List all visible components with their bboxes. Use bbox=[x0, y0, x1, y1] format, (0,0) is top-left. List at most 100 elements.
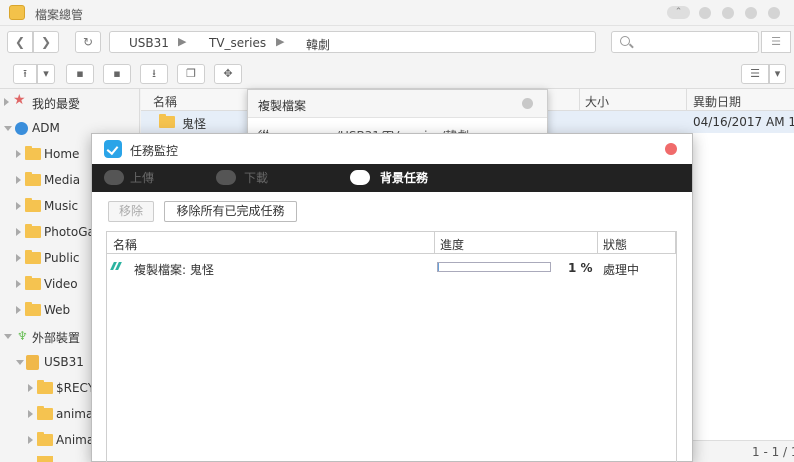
breadcrumb-item[interactable]: TV_series bbox=[209, 36, 266, 50]
breadcrumb-item[interactable]: 韓劇 bbox=[306, 36, 330, 53]
task-monitor-icon bbox=[104, 140, 122, 158]
column-divider bbox=[434, 232, 435, 254]
progress-bar bbox=[437, 262, 551, 272]
expand-icon[interactable] bbox=[28, 384, 33, 392]
expand-icon[interactable] bbox=[16, 228, 21, 236]
task-table: 名稱 進度 狀態 複製檔案: 鬼怪 1 % 處理中 bbox=[106, 231, 677, 462]
expand-icon[interactable] bbox=[28, 410, 33, 418]
sidebar-item-label: Web bbox=[44, 303, 71, 317]
pagination-info: 1 - 1 / 1 bbox=[752, 445, 794, 459]
sidebar-item-label: USB31 bbox=[44, 355, 84, 369]
folder-icon bbox=[25, 224, 41, 238]
restore-button[interactable] bbox=[745, 7, 757, 19]
forward-button[interactable]: ❯ bbox=[33, 31, 59, 53]
sidebar-item-label: Public bbox=[44, 251, 80, 265]
folder-icon bbox=[25, 276, 41, 290]
tab-background-tasks[interactable]: 背景任務 bbox=[348, 164, 458, 192]
sidebar-item-label: ADM bbox=[32, 121, 60, 135]
task-table-header: 名稱 進度 狀態 bbox=[107, 232, 676, 254]
task-tabs: 上傳 下載 背景任務 bbox=[92, 164, 692, 192]
folder-icon bbox=[25, 302, 41, 316]
breadcrumb-item[interactable]: USB31 bbox=[129, 36, 169, 50]
search-options-button[interactable]: ☰ bbox=[761, 31, 791, 53]
dialog-close-button[interactable] bbox=[522, 98, 533, 109]
cloud-background-icon bbox=[350, 170, 370, 185]
download-button[interactable]: ⭳ bbox=[140, 64, 168, 84]
folder-icon bbox=[159, 114, 175, 128]
folder-icon bbox=[25, 172, 41, 186]
sidebar-item-label: anima bbox=[56, 407, 94, 421]
maximize-button[interactable] bbox=[722, 7, 734, 19]
expand-icon[interactable] bbox=[16, 254, 21, 262]
expand-icon[interactable] bbox=[16, 150, 21, 158]
column-header-progress[interactable]: 進度 bbox=[440, 236, 464, 253]
folder-icon bbox=[37, 406, 53, 420]
refresh-button[interactable]: ↻ bbox=[75, 31, 101, 53]
status-badge: 處理中 bbox=[603, 263, 640, 277]
folder-icon bbox=[25, 250, 41, 264]
sidebar-item-label: 我的最愛 bbox=[32, 97, 81, 111]
share-folder-button[interactable]: ▪ bbox=[103, 64, 131, 84]
dialog-title: 複製檔案 bbox=[258, 99, 307, 113]
back-button[interactable]: ❮ bbox=[7, 31, 33, 53]
upload-dropdown-button[interactable]: ▾ bbox=[37, 64, 55, 84]
expand-icon[interactable] bbox=[16, 306, 21, 314]
folder-icon bbox=[37, 432, 53, 446]
task-actions: 移除 移除所有已完成任務 bbox=[92, 192, 692, 228]
breadcrumb-separator: ▶ bbox=[178, 35, 187, 48]
table-row[interactable]: 複製檔案: 鬼怪 1 % 處理中 bbox=[107, 254, 676, 282]
column-header-name[interactable]: 名稱 bbox=[153, 93, 177, 110]
close-window-button[interactable] bbox=[768, 7, 780, 19]
folder-icon bbox=[37, 456, 53, 462]
dialog-header: 複製檔案 bbox=[248, 90, 547, 118]
tab-upload[interactable]: 上傳 bbox=[102, 164, 182, 192]
collapse-button[interactable]: ⌃ bbox=[667, 6, 690, 19]
task-monitor-dialog: 任務監控 上傳 下載 背景任務 移除 移除所有已完成任務 名稱 進度 狀態 複製… bbox=[91, 133, 693, 462]
star-icon: ★ bbox=[13, 92, 26, 108]
collapse-icon[interactable] bbox=[4, 126, 12, 131]
view-mode-button[interactable]: ☰ bbox=[741, 64, 769, 84]
copy-button[interactable]: ❐ bbox=[177, 64, 205, 84]
breadcrumb: USB31 ▶ TV_series ▶ 韓劇 bbox=[109, 31, 596, 53]
column-header-size[interactable]: 大小 bbox=[585, 93, 609, 110]
column-header-status[interactable]: 狀態 bbox=[603, 236, 627, 253]
collapse-icon[interactable] bbox=[16, 360, 24, 365]
folder-icon bbox=[25, 198, 41, 212]
tab-download[interactable]: 下載 bbox=[214, 164, 294, 192]
search-input[interactable] bbox=[611, 31, 759, 53]
collapse-icon[interactable] bbox=[4, 334, 12, 339]
remove-completed-button[interactable]: 移除所有已完成任務 bbox=[164, 201, 297, 222]
sidebar-item-label: Video bbox=[44, 277, 78, 291]
expand-icon[interactable] bbox=[16, 202, 21, 210]
column-header-name[interactable]: 名稱 bbox=[113, 236, 137, 253]
column-divider bbox=[675, 232, 676, 254]
progress-fill bbox=[438, 263, 439, 271]
tab-label: 背景任務 bbox=[380, 171, 429, 185]
expand-icon[interactable] bbox=[28, 436, 33, 444]
expand-icon[interactable] bbox=[16, 176, 21, 184]
dialog-header: 任務監控 bbox=[92, 134, 692, 164]
tab-label: 下載 bbox=[244, 171, 269, 185]
expand-icon[interactable] bbox=[4, 98, 9, 106]
address-bar: ❮ ❯ ↻ USB31 ▶ TV_series ▶ 韓劇 ☰ bbox=[0, 26, 794, 60]
cloud-download-icon bbox=[216, 170, 236, 185]
remove-button[interactable]: 移除 bbox=[108, 201, 154, 222]
folder-icon bbox=[37, 380, 53, 394]
new-folder-button[interactable]: ▪ bbox=[66, 64, 94, 84]
sidebar-item-label: Music bbox=[44, 199, 79, 213]
file-explorer-icon bbox=[9, 5, 25, 20]
column-header-modified[interactable]: 異動日期 bbox=[693, 93, 741, 110]
view-mode-dropdown[interactable]: ▾ bbox=[769, 64, 786, 84]
copy-task-icon bbox=[110, 262, 125, 270]
toolbar: ⭱ ▾ ▪ ▪ ⭳ ❐ ✥ ☰ ▾ bbox=[0, 60, 794, 89]
sidebar-item-label: 外部裝置 bbox=[32, 331, 81, 345]
upload-button[interactable]: ⭱ bbox=[13, 64, 37, 84]
task-name: 複製檔案: 鬼怪 bbox=[134, 263, 214, 277]
minimize-button[interactable] bbox=[699, 7, 711, 19]
close-icon[interactable] bbox=[665, 143, 677, 155]
move-button[interactable]: ✥ bbox=[214, 64, 242, 84]
expand-icon[interactable] bbox=[16, 280, 21, 288]
sidebar-item-favorites[interactable]: ★ 我的最愛 bbox=[0, 92, 139, 114]
sidebar-item-label: Media bbox=[44, 173, 81, 187]
column-divider bbox=[686, 89, 687, 111]
